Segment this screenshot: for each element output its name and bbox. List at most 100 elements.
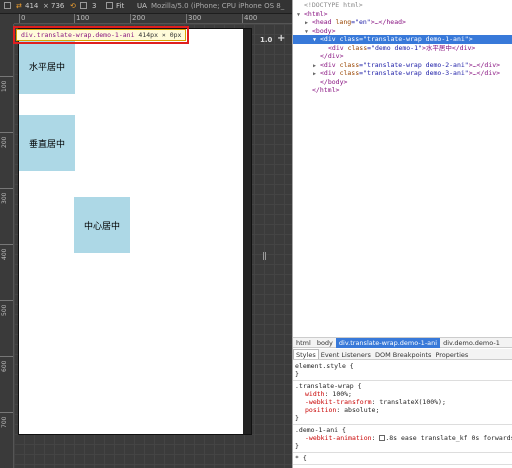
fit-checkbox[interactable]	[106, 2, 113, 10]
styles-pane[interactable]: element.style { } .translate-wrap { widt…	[293, 361, 512, 468]
tag-tail: >	[468, 35, 473, 43]
doctype-text: <!DOCTYPE html>	[304, 1, 363, 9]
dom-node[interactable]: <div class="demo demo-1">水平居中</div>	[293, 44, 512, 53]
rule-selector: .translate-wrap {	[295, 382, 362, 390]
rotate-icon[interactable]: ⟲	[70, 2, 76, 10]
dom-node[interactable]: ▼ <div class="translate-wrap demo-1-ani">	[293, 35, 512, 44]
ua-label: UA	[137, 2, 147, 10]
style-property[interactable]: position: absolute;	[295, 406, 511, 414]
demo-box-vertical[interactable]: 垂直居中	[19, 115, 75, 171]
tag-tail: >…</div>	[468, 69, 501, 77]
rule-close: }	[295, 370, 299, 378]
tag-text: <body>	[312, 26, 336, 35]
attr-name: class	[335, 60, 360, 69]
breadcrumb-item[interactable]: div.demo.demo-1	[440, 338, 503, 348]
ruler-label: 100	[1, 80, 8, 92]
style-property[interactable]: width: 100%;	[295, 390, 511, 398]
breadcrumb-item[interactable]: html	[293, 338, 314, 348]
style-rule-universal[interactable]: * {	[293, 453, 512, 465]
tooltip-size: 414px × 0px	[138, 31, 182, 39]
property-value: .8s ease translate_kf 0s forwards;	[385, 434, 512, 442]
dom-node[interactable]: ▼ <html>	[293, 10, 512, 19]
width-field[interactable]: 414	[25, 2, 38, 10]
dom-node[interactable]: <!DOCTYPE html>	[293, 1, 512, 10]
ruler-label: 200	[132, 14, 146, 22]
devtools-panel: <!DOCTYPE html> ▼ <html> ▶ <head lang="en">……	[292, 0, 512, 468]
user-agent-field[interactable]: Mozilla/5.0 (iPhone; CPU iPhone OS 8_	[151, 2, 284, 10]
dom-node[interactable]: ▶ <div class="translate-wrap demo-2-ani">…	[293, 61, 512, 70]
property-name: -webkit-transform	[305, 398, 372, 406]
dom-node[interactable]: </body>	[293, 78, 512, 87]
resize-handle[interactable]	[263, 252, 266, 260]
elements-tree[interactable]: <!DOCTYPE html> ▼ <html> ▶ <head lang="en">……	[293, 0, 512, 336]
tag-tail: >水平居中</div>	[421, 43, 476, 52]
tag-text: <html>	[304, 9, 328, 18]
style-property[interactable]: -webkit-animation: .8s ease translate_kf…	[295, 434, 512, 442]
property-name: position	[305, 406, 337, 414]
element-tooltip: div.translate-wrap.demo-1-ani 414px × 0p…	[12, 26, 190, 44]
dom-node[interactable]: ▶ <div class="translate-wrap demo-3-ani">…	[293, 69, 512, 78]
tooltip-selector: div.translate-wrap.demo-1-ani	[21, 31, 135, 39]
property-name: width	[305, 390, 325, 398]
breadcrumb: html body div.translate-wrap.demo-1-ani div…	[293, 337, 512, 348]
style-rule-demo-1-ani[interactable]: .demo-1-ani { -webkit-animation: .8s eas…	[293, 425, 512, 453]
tag-text: <div	[320, 69, 336, 77]
attr-name: class	[343, 43, 368, 52]
rule-selector: * {	[295, 454, 307, 462]
ruler-left: 100 200 300 400 500 600 700	[0, 24, 14, 468]
attr-name: lang	[331, 18, 352, 26]
zoom-in-button[interactable]: +	[277, 33, 285, 44]
ruler-label: 300	[1, 192, 8, 204]
tag-text: <div	[328, 43, 344, 52]
swap-dimensions-icon[interactable]: ⇄	[16, 2, 22, 10]
property-name: -webkit-animation	[305, 434, 372, 442]
styles-tab[interactable]: Properties	[433, 350, 470, 360]
tag-tail: >…</head>	[370, 18, 406, 26]
breadcrumb-item[interactable]: div.translate-wrap.demo-1-ani	[335, 338, 441, 348]
ruler-label: 200	[1, 136, 8, 148]
style-rule-element[interactable]: element.style { }	[293, 361, 512, 381]
ruler-label: 500	[1, 304, 8, 316]
emulation-toolbar: ⇄ 414 × 736 ⟲ 3 Fit UA Mozilla/5.0 (iPho…	[0, 0, 292, 14]
attr-value: ="demo demo-1"	[367, 43, 422, 52]
styles-tab[interactable]: Event Listeners	[319, 350, 373, 360]
attr-value: ="translate-wrap demo-1-ani"	[359, 35, 469, 43]
attr-name: class	[335, 35, 360, 43]
ruler-label: 0	[21, 14, 26, 22]
ruler-label: 600	[1, 360, 8, 372]
style-property[interactable]: -webkit-transform: translateX(100%);	[295, 398, 511, 406]
rule-close: }	[295, 442, 299, 450]
emulated-viewport-area: 水平居中 垂直居中 中心居中	[14, 24, 292, 468]
attr-value: ="translate-wrap demo-3-ani"	[359, 69, 469, 77]
attr-value: ="translate-wrap demo-2-ani"	[359, 60, 469, 69]
dom-node[interactable]: </div>	[293, 52, 512, 61]
breadcrumb-item[interactable]: body	[314, 338, 336, 348]
tag-text: <div	[320, 35, 336, 43]
style-rule-translate-wrap[interactable]: .translate-wrap { width: 100%; -webkit-t…	[293, 381, 512, 425]
tag-text: <head	[312, 18, 332, 26]
demo-box-horizontal[interactable]: 水平居中	[19, 38, 75, 94]
emulated-device-screen[interactable]: 水平居中 垂直居中 中心居中	[19, 29, 251, 434]
property-value: translateX(100%);	[379, 398, 446, 406]
ruler-label: 400	[244, 14, 258, 22]
rule-selector: element.style {	[295, 362, 354, 370]
tag-text: <div	[320, 60, 336, 69]
height-field[interactable]: 736	[51, 2, 64, 10]
styles-tab[interactable]: DOM Breakpoints	[373, 350, 434, 360]
zoom-level: 1.0	[260, 36, 273, 44]
ruler-label: 700	[1, 416, 8, 428]
property-value: 100%;	[332, 390, 352, 398]
dom-node[interactable]: </html>	[293, 86, 512, 95]
zoom-level-icon[interactable]	[80, 2, 87, 10]
ruler-label: 100	[76, 14, 90, 22]
device-mode-icon[interactable]	[4, 2, 11, 10]
dom-node[interactable]: ▼ <body>	[293, 27, 512, 36]
property-value: absolute;	[344, 406, 380, 414]
tag-tail: >…</div>	[468, 60, 501, 69]
styles-tabs: Styles Event Listeners DOM Breakpoints Prop…	[293, 349, 512, 360]
dom-node[interactable]: ▶ <head lang="en">…</head>	[293, 18, 512, 27]
device-pixel-ratio[interactable]: 3	[92, 2, 96, 10]
emulator-panel: ⇄ 414 × 736 ⟲ 3 Fit UA Mozilla/5.0 (iPho…	[0, 0, 292, 468]
styles-tab[interactable]: Styles	[293, 349, 319, 359]
demo-box-center[interactable]: 中心居中	[74, 197, 130, 253]
